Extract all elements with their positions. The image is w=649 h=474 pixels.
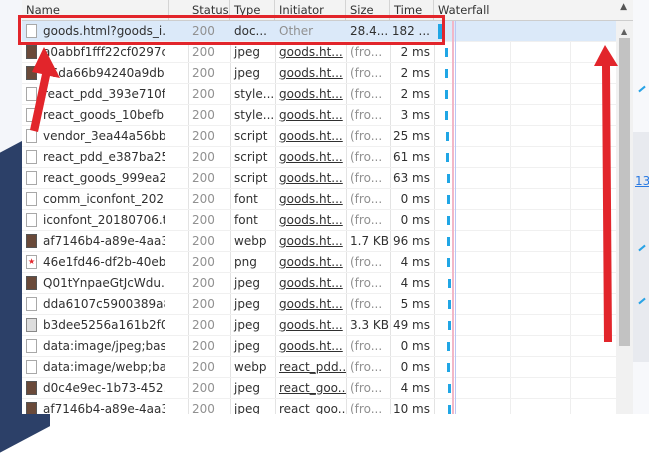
- left-arrow: [30, 47, 60, 132]
- annotation-arrows: [30, 45, 618, 342]
- right-arrow: [594, 45, 618, 342]
